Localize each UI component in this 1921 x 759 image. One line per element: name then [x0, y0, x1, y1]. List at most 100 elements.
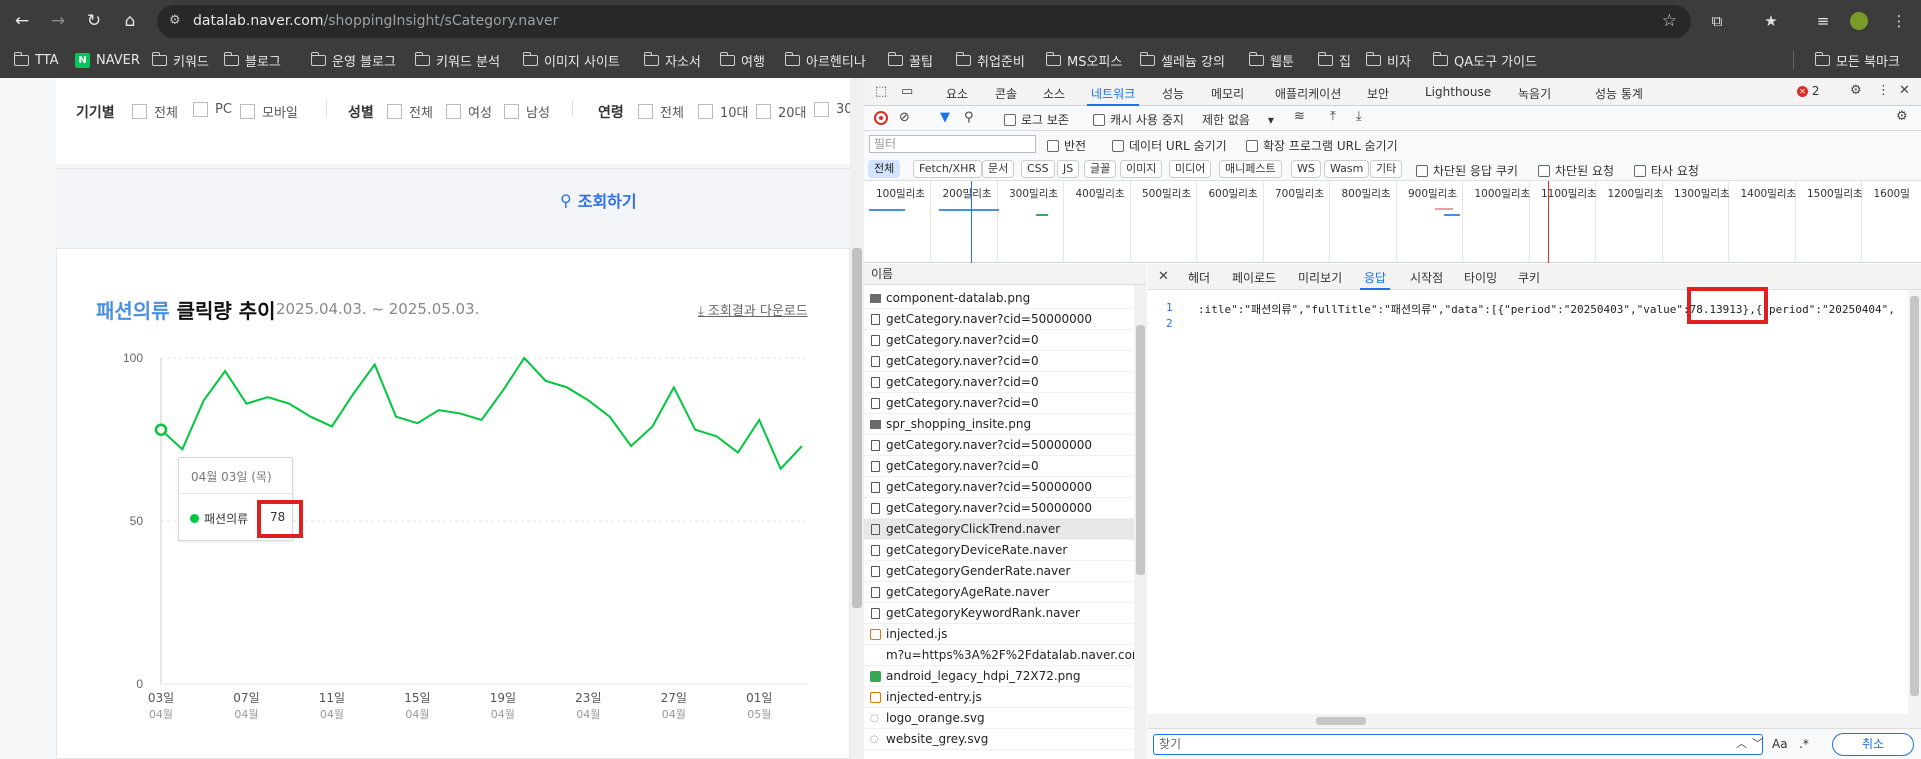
- chip-wasm[interactable]: Wasm: [1324, 160, 1370, 178]
- profile-icon[interactable]: [1848, 10, 1870, 32]
- bookmark-item[interactable]: 블로그: [223, 50, 281, 70]
- tab-sources[interactable]: 소스: [1043, 85, 1065, 102]
- bookmark-item[interactable]: 집: [1317, 50, 1351, 70]
- tab-elements[interactable]: 요소: [946, 85, 968, 102]
- all-bookmarks[interactable]: 모든 북마크: [1814, 50, 1900, 70]
- network-conditions-icon[interactable]: ≋: [1294, 109, 1305, 124]
- settings-icon[interactable]: ⚙: [1850, 83, 1862, 98]
- back-icon[interactable]: ←: [10, 9, 34, 33]
- chip-js[interactable]: JS: [1057, 160, 1080, 178]
- search-button[interactable]: ⚲ 조회하기: [560, 188, 637, 212]
- filter-icon[interactable]: ▼: [940, 110, 950, 125]
- request-row[interactable]: getCategory.naver?cid=50000000: [864, 309, 1134, 330]
- chip-img[interactable]: 이미지: [1120, 160, 1163, 178]
- request-row[interactable]: getCategory.naver?cid=0: [864, 456, 1134, 477]
- bookmark-item[interactable]: 여행: [719, 50, 765, 70]
- download-link[interactable]: ⤓ 조회결과 다운로드: [698, 300, 808, 319]
- home-icon[interactable]: ⌂: [118, 9, 142, 33]
- tab-payload[interactable]: 페이로드: [1232, 269, 1276, 286]
- request-row[interactable]: getCategoryAgeRate.naver: [864, 582, 1134, 603]
- tab-performance[interactable]: 성능: [1162, 85, 1184, 102]
- bookmark-item[interactable]: 키워드 분석: [414, 50, 500, 70]
- request-row[interactable]: injected-entry.js: [864, 687, 1134, 708]
- forward-icon[interactable]: →: [46, 9, 70, 33]
- gender-all-checkbox[interactable]: 전체: [387, 102, 433, 121]
- request-row[interactable]: getCategory.naver?cid=50000000: [864, 435, 1134, 456]
- chip-css[interactable]: CSS: [1021, 160, 1055, 178]
- import-icon[interactable]: ⤒: [1330, 109, 1336, 124]
- gender-female-checkbox[interactable]: 여성: [446, 102, 492, 121]
- request-list-scrollbar[interactable]: [1134, 285, 1147, 759]
- chip-manifest[interactable]: 매니페스트: [1219, 160, 1282, 178]
- bookmark-item[interactable]: TTA: [13, 50, 59, 70]
- response-hscroll[interactable]: [1148, 714, 1921, 728]
- tab-cookies[interactable]: 쿠키: [1518, 269, 1540, 286]
- export-icon[interactable]: ⤓: [1356, 109, 1362, 124]
- tab-console[interactable]: 콘솔: [995, 85, 1017, 102]
- match-case-toggle[interactable]: Aa: [1772, 737, 1788, 751]
- device-mobile-checkbox[interactable]: 모바일: [240, 102, 298, 121]
- tab-lighthouse[interactable]: Lighthouse: [1425, 85, 1491, 99]
- reload-icon[interactable]: ↻: [82, 9, 106, 33]
- find-prev-icon[interactable]: ︿: [1736, 735, 1747, 751]
- clear-icon[interactable]: ⊘: [899, 110, 910, 125]
- request-row[interactable]: getCategory.naver?cid=0: [864, 330, 1134, 351]
- tab-application[interactable]: 애플리케이션: [1275, 85, 1341, 102]
- preserve-log-checkbox[interactable]: 로그 보존: [1004, 111, 1069, 128]
- media-icon[interactable]: ≡: [1812, 10, 1834, 32]
- tab-preview[interactable]: 미리보기: [1298, 269, 1342, 286]
- request-row[interactable]: injected.js: [864, 624, 1134, 645]
- gender-male-checkbox[interactable]: 남성: [504, 102, 550, 121]
- request-row[interactable]: getCategoryGenderRate.naver: [864, 561, 1134, 582]
- hide-data-urls-checkbox[interactable]: 데이터 URL 숨기기: [1112, 137, 1227, 154]
- network-timeline[interactable]: 100밀리초 200밀리초 300밀리초 400밀리초 500밀리초 600밀리초 700밀…: [864, 181, 1921, 263]
- request-row[interactable]: ◌ website_grey.svg: [864, 729, 1134, 750]
- bookmark-item[interactable]: MS오피스: [1045, 50, 1122, 70]
- request-row[interactable]: android_legacy_hdpi_72X72.png: [864, 666, 1134, 687]
- request-row[interactable]: component-datalab.png: [864, 288, 1134, 309]
- extensions-icon[interactable]: ⧉: [1706, 10, 1728, 32]
- name-column-header[interactable]: 이름: [864, 264, 1147, 285]
- cancel-find-button[interactable]: 취소: [1832, 733, 1914, 756]
- blocked-requests-checkbox[interactable]: 차단된 요청: [1538, 162, 1614, 179]
- bookmark-item[interactable]: 이미지 사이트: [522, 50, 620, 70]
- bookmark-item[interactable]: 꿀팁: [887, 50, 933, 70]
- tab-memory[interactable]: 메모리: [1211, 85, 1244, 102]
- bookmark-item[interactable]: 웹툰: [1248, 50, 1294, 70]
- chip-other[interactable]: 기타: [1370, 160, 1403, 178]
- chip-font[interactable]: 글꼴: [1084, 160, 1117, 178]
- request-row[interactable]: getCategory.naver?cid=0: [864, 393, 1134, 414]
- request-row[interactable]: getCategoryClickTrend.naver: [864, 519, 1134, 540]
- chip-ws[interactable]: WS: [1291, 160, 1321, 178]
- request-row[interactable]: getCategory.naver?cid=50000000: [864, 498, 1134, 519]
- request-row[interactable]: ◌ logo_orange.svg: [864, 708, 1134, 729]
- device-pc-checkbox[interactable]: PC: [193, 102, 232, 117]
- age-all-checkbox[interactable]: 전체: [638, 102, 684, 121]
- bookmark-item[interactable]: QA도구 가이드: [1432, 50, 1537, 70]
- tab-perf-insights[interactable]: 성능 통계: [1595, 85, 1643, 102]
- address-bar[interactable]: ⚙ datalab.naver.com/shoppingInsight/sCat…: [157, 5, 1691, 38]
- bookmark-item[interactable]: 비자: [1365, 50, 1411, 70]
- device-all-checkbox[interactable]: 전체: [132, 102, 178, 121]
- close-icon[interactable]: ✕: [1899, 83, 1910, 98]
- throttle-select[interactable]: 제한 없음 ▾: [1202, 111, 1274, 128]
- response-vscroll[interactable]: [1908, 290, 1921, 714]
- bookmark-item[interactable]: 운영 블로그: [310, 50, 396, 70]
- favorites-icon[interactable]: ★: [1760, 10, 1782, 32]
- url-text[interactable]: datalab.naver.com/shoppingInsight/sCateg…: [193, 13, 558, 29]
- chip-fetch[interactable]: Fetch/XHR: [913, 160, 982, 178]
- tab-network[interactable]: 네트워크: [1086, 85, 1140, 106]
- error-badge[interactable]: ✕ 2: [1797, 84, 1819, 98]
- tab-response[interactable]: 응답: [1359, 269, 1391, 290]
- age-20-checkbox[interactable]: 20대: [756, 102, 807, 121]
- tab-recorder[interactable]: 녹음기: [1518, 85, 1551, 102]
- invert-checkbox[interactable]: 반전: [1047, 137, 1086, 154]
- bookmark-item[interactable]: 자소서: [643, 50, 701, 70]
- regex-toggle[interactable]: .*: [1799, 737, 1809, 751]
- inspect-icon[interactable]: ⬚: [875, 84, 887, 99]
- age-10-checkbox[interactable]: 10대: [698, 102, 749, 121]
- third-party-checkbox[interactable]: 타사 요청: [1634, 162, 1699, 179]
- network-settings-icon[interactable]: ⚙: [1896, 109, 1908, 124]
- disable-cache-checkbox[interactable]: 캐시 사용 중지: [1093, 111, 1184, 128]
- menu-icon[interactable]: ⋮: [1888, 10, 1910, 32]
